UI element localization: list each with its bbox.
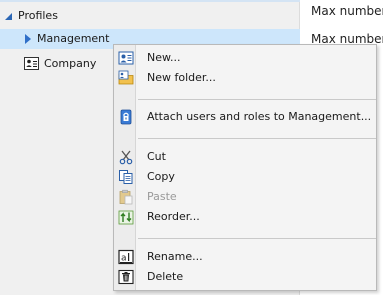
detail-label: Max number of [311, 4, 383, 18]
new-folder-icon [118, 70, 134, 86]
menu-item-paste: Paste [115, 187, 375, 207]
menu-separator [138, 99, 376, 100]
menu-item-label: Attach users and roles to Management... [147, 110, 372, 123]
menu-item-new-folder[interactable]: New folder... [115, 68, 375, 88]
new-user-icon [118, 50, 134, 66]
menu-item-delete[interactable]: Delete [115, 267, 375, 287]
menu-item-attach-users-roles[interactable]: Attach users and roles to Management... [115, 107, 375, 127]
menu-item-cut[interactable]: Cut [115, 147, 375, 167]
menu-item-label: Reorder... [147, 210, 200, 223]
context-menu: New... New folder... Attach users and ro… [113, 44, 377, 291]
tree-node-label: Company [44, 57, 97, 70]
trash-icon [118, 269, 134, 285]
menu-item-label: Copy [147, 170, 175, 183]
paste-icon [118, 189, 134, 205]
menu-item-rename[interactable]: a Rename... [115, 247, 375, 267]
menu-item-new[interactable]: New... [115, 48, 375, 68]
menu-item-label: Rename... [147, 250, 203, 263]
lock-icon [118, 109, 134, 125]
scissors-icon [118, 149, 134, 165]
tree-node-label: Profiles [18, 9, 58, 22]
tree-node-profiles[interactable]: Profiles [0, 6, 300, 26]
collapsed-triangle-icon[interactable] [25, 34, 31, 44]
tree-node-label: Management [37, 32, 110, 45]
menu-item-label: Cut [147, 150, 166, 163]
expanded-triangle-icon[interactable] [5, 13, 12, 20]
rename-icon: a [118, 249, 134, 265]
id-card-icon [24, 57, 39, 70]
menu-item-copy[interactable]: Copy [115, 167, 375, 187]
menu-separator [138, 138, 376, 139]
menu-item-reorder[interactable]: Reorder... [115, 207, 375, 227]
menu-item-label: Delete [147, 270, 184, 283]
menu-item-label: New... [147, 51, 181, 64]
reorder-icon [118, 209, 134, 225]
copy-icon [118, 169, 134, 185]
panel-top-border [0, 0, 300, 2]
menu-separator [138, 238, 376, 239]
menu-item-label: Paste [147, 190, 177, 203]
menu-item-label: New folder... [147, 71, 216, 84]
